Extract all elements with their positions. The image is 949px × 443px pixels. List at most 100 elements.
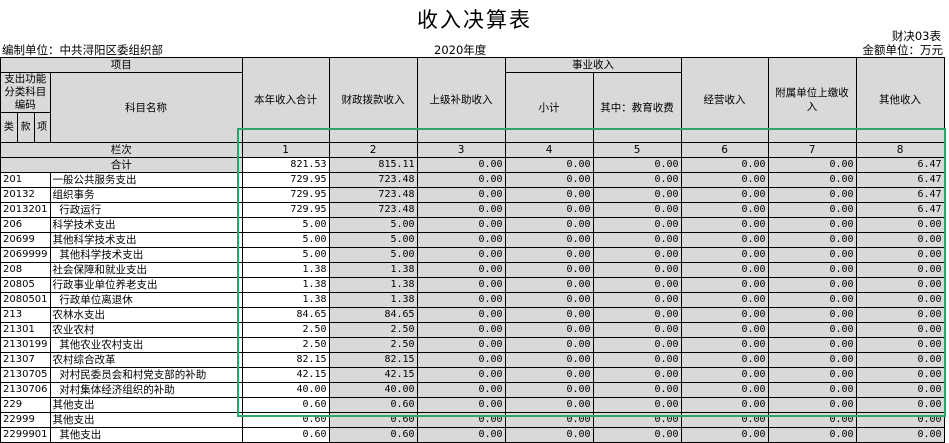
amount-cell[interactable]: 0.00	[767, 427, 857, 443]
amount-cell[interactable]: 6.47	[855, 202, 945, 218]
amount-cell[interactable]: 0.00	[592, 187, 682, 203]
amount-cell[interactable]: 2.50	[241, 322, 330, 338]
amount-cell[interactable]: 0.00	[767, 232, 857, 248]
subject-name[interactable]: 一般公共服务支出	[49, 172, 243, 188]
amount-cell[interactable]: 42.15	[328, 367, 418, 383]
subject-name[interactable]: 其他科学技术支出	[49, 232, 243, 248]
total-cell[interactable]: 0.00	[592, 157, 682, 173]
amount-cell[interactable]: 0.00	[592, 232, 682, 248]
amount-cell[interactable]: 5.00	[328, 217, 418, 233]
amount-cell[interactable]: 1.38	[241, 292, 330, 308]
amount-cell[interactable]: 0.00	[416, 307, 506, 323]
amount-cell[interactable]: 82.15	[241, 352, 330, 368]
total-cell[interactable]: 0.00	[767, 157, 857, 173]
amount-cell[interactable]: 0.00	[680, 277, 769, 293]
amount-cell[interactable]: 0.60	[328, 397, 418, 413]
amount-cell[interactable]: 0.00	[680, 367, 769, 383]
subject-code[interactable]: 2130706	[0, 382, 51, 398]
amount-cell[interactable]: 0.00	[680, 352, 769, 368]
amount-cell[interactable]: 0.00	[855, 292, 945, 308]
subject-name[interactable]: 行政事业单位养老支出	[49, 277, 243, 293]
subject-code[interactable]: 21301	[0, 322, 51, 338]
subject-name[interactable]: 其他农业农村支出	[49, 337, 243, 353]
amount-cell[interactable]: 0.00	[855, 397, 945, 413]
amount-cell[interactable]: 0.00	[855, 232, 945, 248]
amount-cell[interactable]: 0.00	[855, 337, 945, 353]
amount-cell[interactable]: 0.00	[680, 187, 769, 203]
amount-cell[interactable]: 0.00	[767, 412, 857, 428]
total-cell[interactable]: 815.11	[328, 157, 418, 173]
subject-code[interactable]: 2130199	[0, 337, 51, 353]
amount-cell[interactable]: 0.60	[241, 427, 330, 443]
subject-name[interactable]: 其他支出	[49, 412, 243, 428]
subject-name[interactable]: 其他科学技术支出	[49, 247, 243, 263]
amount-cell[interactable]: 0.00	[504, 277, 594, 293]
subject-name[interactable]: 农业农村	[49, 322, 243, 338]
amount-cell[interactable]: 0.00	[416, 292, 506, 308]
amount-cell[interactable]: 0.00	[416, 187, 506, 203]
amount-cell[interactable]: 40.00	[328, 382, 418, 398]
amount-cell[interactable]: 0.00	[504, 352, 594, 368]
amount-cell[interactable]: 0.00	[416, 427, 506, 443]
amount-cell[interactable]: 0.00	[416, 352, 506, 368]
subject-name[interactable]: 行政运行	[49, 202, 243, 218]
amount-cell[interactable]: 1.38	[328, 277, 418, 293]
amount-cell[interactable]: 0.00	[416, 382, 506, 398]
amount-cell[interactable]: 0.00	[855, 382, 945, 398]
amount-cell[interactable]: 0.00	[855, 367, 945, 383]
amount-cell[interactable]: 0.00	[416, 337, 506, 353]
amount-cell[interactable]: 2.50	[328, 322, 418, 338]
subject-name[interactable]: 行政单位离退休	[49, 292, 243, 308]
amount-cell[interactable]: 723.48	[328, 202, 418, 218]
subject-code[interactable]: 21307	[0, 352, 51, 368]
amount-cell[interactable]: 0.00	[680, 337, 769, 353]
amount-cell[interactable]: 0.00	[504, 262, 594, 278]
amount-cell[interactable]: 0.00	[504, 187, 594, 203]
amount-cell[interactable]: 0.00	[767, 322, 857, 338]
amount-cell[interactable]: 0.00	[504, 307, 594, 323]
amount-cell[interactable]: 729.95	[241, 187, 330, 203]
amount-cell[interactable]: 0.00	[767, 187, 857, 203]
amount-cell[interactable]: 0.00	[680, 292, 769, 308]
subject-name[interactable]: 其他支出	[49, 397, 243, 413]
amount-cell[interactable]: 0.00	[855, 277, 945, 293]
amount-cell[interactable]: 0.00	[767, 352, 857, 368]
subject-code[interactable]: 201	[0, 172, 51, 188]
amount-cell[interactable]: 0.00	[592, 397, 682, 413]
amount-cell[interactable]: 1.38	[241, 262, 330, 278]
amount-cell[interactable]: 0.00	[680, 322, 769, 338]
amount-cell[interactable]: 0.00	[592, 217, 682, 233]
total-cell[interactable]: 6.47	[855, 157, 945, 173]
total-cell[interactable]: 821.53	[241, 157, 330, 173]
total-cell[interactable]: 0.00	[680, 157, 769, 173]
amount-cell[interactable]: 0.00	[855, 307, 945, 323]
amount-cell[interactable]: 0.00	[592, 412, 682, 428]
amount-cell[interactable]: 0.00	[504, 397, 594, 413]
amount-cell[interactable]: 84.65	[241, 307, 330, 323]
amount-cell[interactable]: 723.48	[328, 172, 418, 188]
amount-cell[interactable]: 0.00	[767, 307, 857, 323]
subject-code[interactable]: 2013201	[0, 202, 51, 218]
amount-cell[interactable]: 0.00	[504, 172, 594, 188]
amount-cell[interactable]: 0.00	[592, 292, 682, 308]
amount-cell[interactable]: 0.00	[855, 412, 945, 428]
amount-cell[interactable]: 0.00	[855, 427, 945, 443]
subject-code[interactable]: 22999	[0, 412, 51, 428]
amount-cell[interactable]: 5.00	[328, 247, 418, 263]
amount-cell[interactable]: 5.00	[241, 232, 330, 248]
subject-code[interactable]: 213	[0, 307, 51, 323]
amount-cell[interactable]: 0.00	[504, 337, 594, 353]
subject-code[interactable]: 20132	[0, 187, 51, 203]
amount-cell[interactable]: 1.38	[328, 292, 418, 308]
amount-cell[interactable]: 5.00	[241, 217, 330, 233]
amount-cell[interactable]: 6.47	[855, 187, 945, 203]
amount-cell[interactable]: 0.00	[767, 382, 857, 398]
amount-cell[interactable]: 0.00	[592, 322, 682, 338]
amount-cell[interactable]: 0.00	[680, 247, 769, 263]
amount-cell[interactable]: 0.00	[680, 412, 769, 428]
subject-code[interactable]: 2080501	[0, 292, 51, 308]
amount-cell[interactable]: 0.00	[416, 322, 506, 338]
subject-code[interactable]: 20699	[0, 232, 51, 248]
amount-cell[interactable]: 0.00	[416, 217, 506, 233]
amount-cell[interactable]: 0.00	[416, 202, 506, 218]
